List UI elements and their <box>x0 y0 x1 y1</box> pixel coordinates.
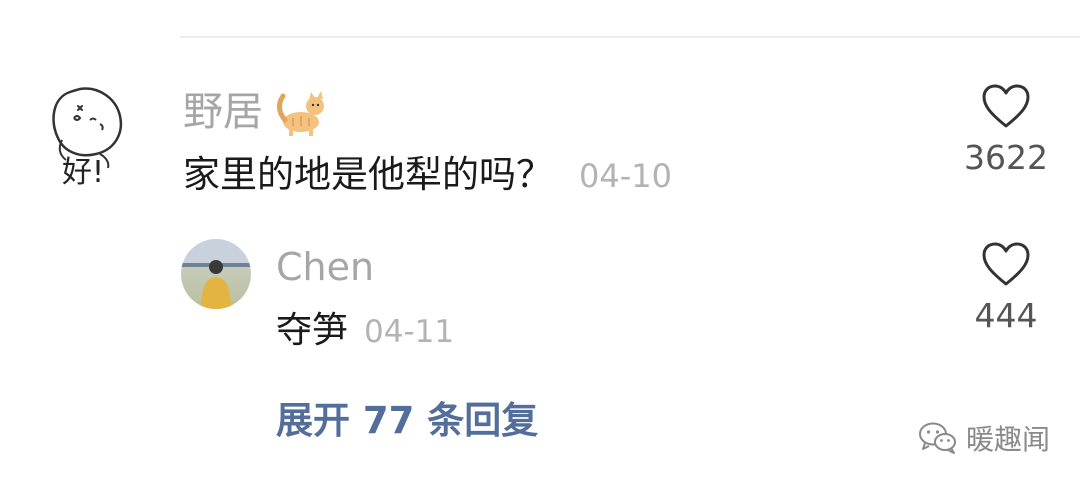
wechat-icon <box>919 422 956 454</box>
reply-text: 夺笋 <box>276 310 349 351</box>
reply-avatar[interactable] <box>181 239 251 309</box>
comment-body: 家里的地是他犁的吗？ 04-10 <box>183 150 672 201</box>
watermark: 暖趣闻 <box>918 418 1050 458</box>
reply-like-button[interactable]: 444 <box>951 242 1061 336</box>
heart-icon <box>982 242 1030 286</box>
comment-text: 家里的地是他犁的吗？ <box>183 153 553 196</box>
hand-drawn-face-icon: 好! <box>52 87 123 190</box>
comment-thread: 好! 野居 家里的地是他犁的吗？ 04-10 3622 Chen 夺笋 04-1… <box>0 0 1080 486</box>
watermark-text: 暖趣闻 <box>966 423 1051 456</box>
like-count: 444 <box>974 296 1038 335</box>
comment-username[interactable]: 野居 <box>183 86 327 138</box>
like-count: 3622 <box>964 138 1048 177</box>
avatar[interactable]: 好! <box>40 80 150 190</box>
reply-body: 夺笋 04-11 <box>276 308 454 355</box>
expand-replies-link[interactable]: 展开 77 条回复 <box>276 396 538 446</box>
comment-date: 04-10 <box>579 157 672 195</box>
reply-date: 04-11 <box>364 314 455 350</box>
heart-icon <box>982 84 1030 128</box>
username-label: 野居 <box>183 89 263 135</box>
cat-emoji <box>277 91 324 136</box>
comment-like-button[interactable]: 3622 <box>951 84 1061 178</box>
person-photo <box>201 260 231 309</box>
reply-username[interactable]: Chen <box>276 244 374 290</box>
divider <box>180 36 1080 38</box>
avatar-text: 好! <box>62 155 104 190</box>
